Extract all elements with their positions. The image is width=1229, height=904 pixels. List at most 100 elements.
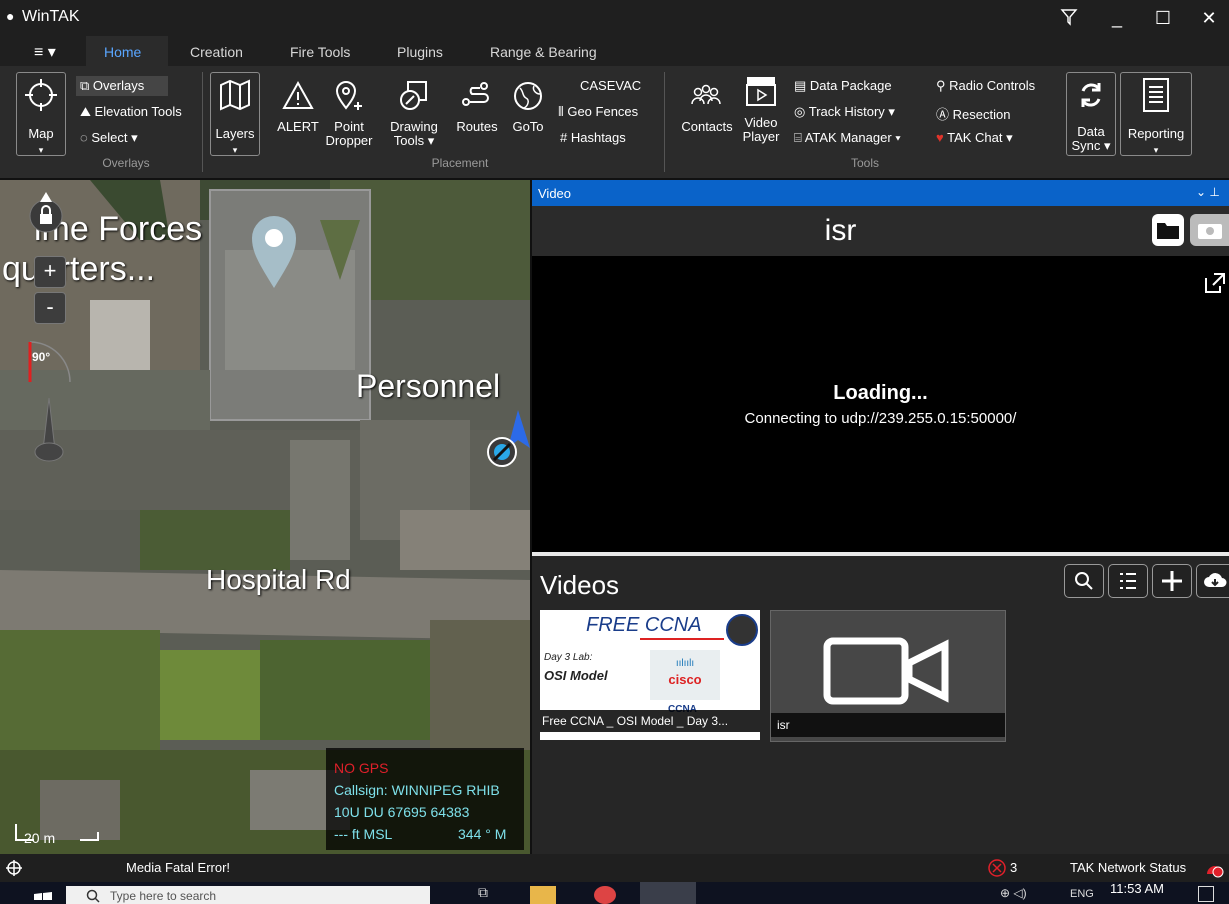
track-icon: ◎ (794, 104, 809, 119)
tab-range-bearing[interactable]: Range & Bearing (490, 44, 597, 60)
select-button[interactable]: ◌ Select ▾ (80, 130, 138, 146)
alert-label: ALERT (277, 119, 319, 134)
list-icon (1120, 573, 1136, 589)
position-info-box: NO GPS Callsign: WINNIPEG RHIB 10U DU 67… (326, 748, 524, 850)
task-view-icon[interactable]: ⧉ (478, 884, 488, 901)
reporting-button[interactable]: Reporting ▾ (1120, 72, 1192, 156)
tab-fire-tools[interactable]: Fire Tools (290, 44, 350, 60)
taskbar-search-placeholder: Type here to search (110, 889, 217, 903)
close-button[interactable]: ✕ (1186, 0, 1229, 36)
network-error-icon[interactable] (1204, 858, 1226, 878)
goto-button[interactable]: GoTo (506, 76, 550, 156)
map-pin-plus-icon (335, 81, 362, 110)
chevron-down-icon: ▾ (1153, 145, 1159, 155)
stream-name: isr (824, 214, 857, 247)
tab-creation[interactable]: Creation (190, 44, 243, 60)
cisco-text: cisco (668, 672, 702, 687)
map-label-personnel: Personnel (356, 368, 501, 404)
warning-icon (282, 80, 314, 109)
drawing-tools-button[interactable]: Drawing Tools ▾ (384, 76, 444, 156)
video-pane: Video ⌄ ⊥ isr Loading... Connecting to u… (532, 180, 1229, 854)
filter-icon[interactable] (1060, 8, 1078, 26)
casevac-label: CASEVAC (580, 78, 642, 93)
video-caption-bar: Free CCNA _ OSI Model _ Day 3... (540, 710, 760, 732)
elevation-tools-label: Elevation Tools (94, 104, 182, 119)
heading: 344 ° M (458, 826, 507, 842)
chevron-down-icon: ▾ (38, 145, 44, 155)
search-button[interactable] (1064, 564, 1104, 598)
network-icon: ⌸ (794, 130, 805, 145)
tab-home[interactable]: Home (104, 44, 141, 60)
popout-icon[interactable] (1204, 272, 1226, 294)
atak-manager-button[interactable]: ⌸ ATAK Manager ▾ (794, 130, 901, 146)
list-view-button[interactable] (1108, 564, 1148, 598)
elevation-tools-button[interactable]: ⛰ Elevation Tools (80, 104, 182, 120)
error-icon[interactable] (988, 859, 1006, 877)
resection-label: Resection (952, 107, 1011, 122)
maximize-button[interactable]: ☐ (1140, 0, 1186, 36)
browser-icon[interactable] (594, 886, 616, 904)
network-status-label[interactable]: TAK Network Status (1070, 860, 1186, 875)
self-location-icon[interactable] (480, 408, 530, 468)
layers-stack-icon: ⧉ (80, 78, 93, 93)
layers-label: Layers (215, 126, 255, 141)
splitter[interactable] (532, 552, 1229, 556)
wintak-taskbar-icon[interactable] (640, 882, 696, 904)
tray-icons[interactable]: ⊕ ◁) (1000, 886, 1027, 900)
cloud-download-icon (1204, 573, 1227, 587)
overlays-button[interactable]: ⧉ Overlays (80, 78, 144, 94)
data-package-button[interactable]: ▤ Data Package (794, 78, 892, 94)
pane-options-icon[interactable]: ⌄ ⊥ (1196, 185, 1220, 199)
minimize-button[interactable]: _ (1094, 0, 1140, 36)
video-item[interactable]: isr (770, 610, 1006, 742)
group-label-overlays: Overlays (102, 156, 150, 170)
app-menu-button[interactable]: ≡ ▾ (34, 42, 56, 62)
hashtags-label: # Hashtags (560, 130, 626, 145)
crosshair-icon[interactable] (6, 860, 22, 876)
video-item[interactable]: FREE CCNA Day 3 Lab: OSI Model ıılıılı c… (540, 610, 760, 740)
map-view[interactable]: ime Forces quarters... Personnel Hospita… (0, 180, 530, 854)
geo-fences-button[interactable]: ⦀ Geo Fences (558, 104, 638, 120)
zoom-in-button[interactable]: + (34, 256, 66, 288)
pane-title: Video (538, 186, 572, 201)
zoom-out-button[interactable]: - (34, 292, 66, 324)
clock[interactable]: 11:53 AM (1110, 881, 1164, 896)
point-dropper-button[interactable]: Point Dropper (322, 76, 376, 156)
resection-button[interactable]: Ⓐ Resection (936, 104, 1010, 123)
casevac-button[interactable]: CASEVAC (580, 78, 641, 93)
layers-button[interactable]: Layers ▾ (210, 72, 260, 156)
compass-lock-icon[interactable] (28, 192, 64, 234)
routes-button[interactable]: Routes (452, 76, 502, 156)
contacts-button[interactable]: Contacts (676, 76, 738, 156)
windows-start-icon[interactable] (34, 892, 52, 904)
drawing-tools-label: Drawing Tools ▾ (390, 119, 438, 148)
mountain-icon: ⛰ (80, 104, 95, 119)
snapshot-button[interactable] (1190, 214, 1229, 246)
connecting-text: Connecting to udp://239.255.0.15:50000/ (744, 410, 1017, 427)
map-label-quarters: quarters... (2, 250, 156, 288)
language-indicator[interactable]: ENG (1070, 888, 1094, 900)
alert-button[interactable]: ALERT (274, 76, 322, 156)
video-player-button[interactable]: Video Player (738, 72, 784, 156)
track-history-button[interactable]: ◎ Track History ▾ (794, 104, 895, 120)
add-video-button[interactable] (1152, 564, 1192, 598)
tak-chat-button[interactable]: ♥ TAK Chat ▾ (936, 130, 1013, 146)
file-explorer-icon[interactable] (530, 886, 556, 904)
radio-controls-button[interactable]: ⚲ Radio Controls (936, 78, 1035, 94)
data-package-label: Data Package (809, 78, 892, 93)
hashtags-button[interactable]: # Hashtags (560, 130, 626, 145)
map-button[interactable]: Map ▾ (16, 72, 66, 156)
open-folder-button[interactable] (1152, 214, 1184, 246)
data-sync-button[interactable]: Data Sync ▾ (1066, 72, 1116, 156)
cloud-download-button[interactable] (1196, 564, 1229, 598)
tab-plugins[interactable]: Plugins (397, 44, 443, 60)
thumb-line1: Day 3 Lab: (544, 652, 593, 663)
map-pin-icon[interactable] (248, 210, 300, 290)
video-player[interactable]: Loading... Connecting to udp://239.255.0… (532, 256, 1229, 552)
taskbar-search[interactable]: Type here to search (66, 886, 430, 904)
notifications-icon[interactable] (1198, 886, 1214, 902)
title-bar: ● WinTAK _ ☐ ✕ (0, 0, 1229, 36)
group-label-tools: Tools (850, 156, 879, 170)
crosshair-icon (25, 79, 57, 111)
video-caption-bar: isr (771, 713, 1005, 737)
